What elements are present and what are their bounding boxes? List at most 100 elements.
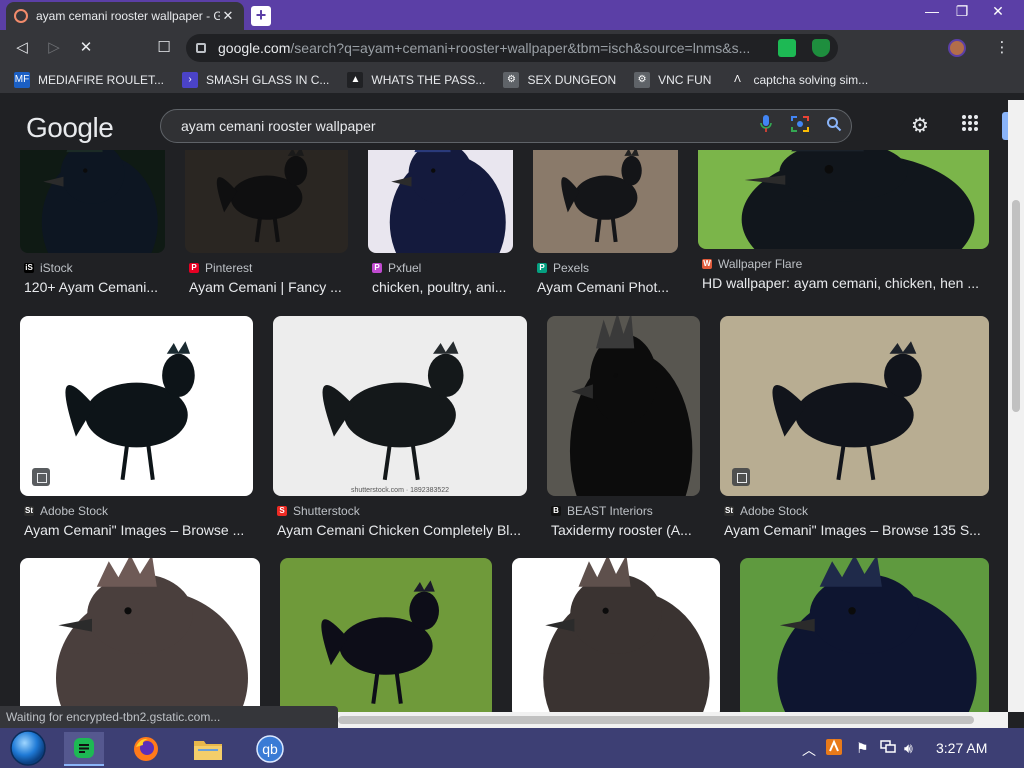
browser-tab[interactable]: ayam cemani rooster wallpaper - G ✕ — [6, 2, 244, 30]
image-thumbnail[interactable] — [512, 558, 720, 712]
image-result-card[interactable]: iS iStock 120+ Ayam Cemani... — [20, 150, 165, 313]
image-thumbnail[interactable] — [280, 558, 492, 712]
extension-green-icon[interactable] — [778, 39, 796, 57]
image-thumbnail[interactable] — [740, 558, 989, 712]
google-logo[interactable]: Google — [26, 112, 114, 144]
image-result-card[interactable] — [20, 558, 260, 712]
forward-icon[interactable]: ▷ — [44, 38, 64, 58]
result-source[interactable]: P Pxfuel — [372, 261, 421, 275]
result-caption[interactable]: Ayam Cemani" Images – Browse ... — [24, 522, 253, 538]
bookmark-item[interactable]: MF MEDIAFIRE ROULET... — [14, 71, 164, 88]
result-source[interactable]: W Wallpaper Flare — [702, 257, 802, 271]
image-result-card[interactable]: shutterstock.com · 1892383522 S Shuttersto… — [273, 316, 527, 556]
result-caption[interactable]: Ayam Cemani Phot... — [537, 279, 678, 295]
close-window-button[interactable]: ✕ — [986, 2, 1010, 22]
bookmarks-bar: MF MEDIAFIRE ROULET... › SMASH GLASS IN C..… — [0, 66, 1024, 94]
source-favicon-icon: P — [372, 263, 382, 273]
stop-loading-icon[interactable]: ✕ — [76, 38, 96, 58]
show-hidden-icons-icon[interactable]: ︿ — [802, 740, 816, 760]
result-caption[interactable]: chicken, poultry, ani... — [372, 279, 513, 295]
image-thumbnail[interactable] — [698, 150, 989, 249]
new-tab-button[interactable]: + — [251, 6, 271, 26]
profile-avatar[interactable] — [948, 39, 966, 57]
shutterstock-watermark: shutterstock.com · 1892383522 — [351, 487, 450, 494]
bookmark-item[interactable]: Λcaptcha solving sim... — [729, 71, 868, 88]
result-caption[interactable]: HD wallpaper: ayam cemani, chicken, hen … — [702, 275, 989, 291]
taskbar-file-explorer-icon[interactable] — [188, 732, 228, 766]
source-favicon-icon: St — [24, 506, 34, 516]
source-favicon-icon: P — [189, 263, 199, 273]
source-name: Pinterest — [205, 261, 253, 275]
bookmark-label: WHATS THE PASS... — [371, 72, 486, 87]
source-favicon-icon: S — [277, 506, 287, 516]
lock-icon[interactable] — [196, 43, 206, 53]
scrollbar-thumb[interactable] — [1012, 200, 1020, 412]
image-thumbnail[interactable] — [720, 316, 989, 496]
image-thumbnail[interactable] — [533, 150, 678, 253]
search-input[interactable]: ayam cemani rooster wallpaper — [160, 109, 852, 143]
image-result-card[interactable]: B BEAST Interiors Taxidermy rooster (A... — [547, 316, 700, 556]
result-source[interactable]: St Adobe Stock — [724, 504, 808, 518]
image-thumbnail[interactable] — [20, 150, 165, 253]
tray-app-icon[interactable] — [826, 739, 842, 758]
result-source[interactable]: S Shutterstock — [277, 504, 360, 518]
scrollbar-thumb[interactable] — [338, 716, 974, 724]
image-result-card[interactable] — [280, 558, 492, 712]
result-source[interactable]: P Pexels — [537, 261, 589, 275]
tab-close-icon[interactable]: ✕ — [220, 8, 236, 24]
result-source[interactable]: St Adobe Stock — [24, 504, 108, 518]
bookmark-item[interactable]: › SMASH GLASS IN C... — [182, 71, 330, 88]
image-thumbnail[interactable] — [368, 150, 513, 253]
google-apps-icon[interactable] — [958, 114, 982, 138]
bookmark-item[interactable]: ⚙ SEX DUNGEON — [503, 71, 616, 88]
bookmark-item[interactable]: ⚙ VNC FUN — [634, 71, 711, 88]
gear-site-icon: ⚙ — [634, 71, 651, 88]
image-result-card[interactable]: St Adobe Stock Ayam Cemani" Images – Brows… — [20, 316, 253, 556]
start-button[interactable] — [6, 728, 50, 768]
image-result-card[interactable]: P Pexels Ayam Cemani Phot... — [533, 150, 678, 313]
result-caption[interactable]: Ayam Cemani Chicken Completely Bl... — [277, 522, 527, 538]
result-caption[interactable]: Ayam Cemani" Images – Browse 135 S... — [724, 522, 989, 538]
shield-extension-icon[interactable] — [812, 39, 830, 57]
settings-gear-icon[interactable]: ⚙ — [908, 114, 932, 138]
result-source[interactable]: P Pinterest — [189, 261, 252, 275]
image-thumbnail[interactable]: shutterstock.com · 1892383522 — [273, 316, 527, 496]
image-result-card[interactable]: P Pxfuel chicken, poultry, ani... — [368, 150, 513, 313]
image-thumbnail[interactable] — [185, 150, 348, 253]
restore-button[interactable]: ❐ — [950, 2, 974, 22]
result-caption[interactable]: Taxidermy rooster (A... — [551, 522, 700, 538]
result-source[interactable]: iS iStock — [24, 261, 73, 275]
volume-icon[interactable]: 🔊︎ — [904, 740, 913, 757]
image-result-card[interactable]: W Wallpaper Flare HD wallpaper: ayam ceman… — [698, 150, 989, 309]
taskbar-sheets-app-icon[interactable] — [64, 732, 104, 766]
result-caption[interactable]: 120+ Ayam Cemani... — [24, 279, 165, 295]
lens-camera-icon[interactable] — [783, 114, 817, 139]
vertical-scrollbar[interactable] — [1008, 100, 1024, 712]
search-icon[interactable] — [817, 116, 851, 137]
address-bar[interactable]: google.com/search?q=ayam+cemani+rooster+… — [186, 34, 838, 62]
image-thumbnail[interactable] — [20, 558, 260, 712]
image-thumbnail[interactable] — [547, 316, 700, 496]
result-source[interactable]: B BEAST Interiors — [551, 504, 653, 518]
back-icon[interactable]: ◁ — [12, 38, 32, 58]
microphone-icon[interactable] — [749, 114, 783, 138]
bookmark-label: SMASH GLASS IN C... — [206, 72, 330, 87]
action-center-flag-icon[interactable]: ⚑ — [856, 740, 869, 757]
bookmark-page-icon[interactable]: ☐ — [154, 38, 174, 58]
bookmark-item[interactable]: ▲ WHATS THE PASS... — [347, 71, 486, 88]
taskbar-firefox-icon[interactable] — [126, 732, 166, 766]
image-result-card[interactable]: St Adobe Stock Ayam Cemani" Images – Brows… — [720, 316, 989, 556]
browser-menu-icon[interactable]: ⋮ — [992, 38, 1012, 58]
image-result-card[interactable] — [740, 558, 989, 712]
result-caption[interactable]: Ayam Cemani | Fancy ... — [189, 279, 348, 295]
network-icon[interactable] — [880, 740, 896, 757]
minimize-button[interactable]: — — [920, 2, 944, 22]
image-result-card[interactable] — [512, 558, 720, 712]
source-favicon-icon: W — [702, 259, 712, 269]
taskbar-qbittorrent-icon[interactable]: qb — [250, 732, 290, 766]
image-result-card[interactable]: P Pinterest Ayam Cemani | Fancy ... — [185, 150, 348, 313]
url-text: google.com/search?q=ayam+cemani+rooster+… — [218, 40, 751, 56]
image-thumbnail[interactable] — [20, 316, 253, 496]
tab-strip: ayam cemani rooster wallpaper - G ✕ + — … — [0, 0, 1024, 30]
taskbar-clock[interactable]: 3:27 AM — [936, 740, 987, 756]
